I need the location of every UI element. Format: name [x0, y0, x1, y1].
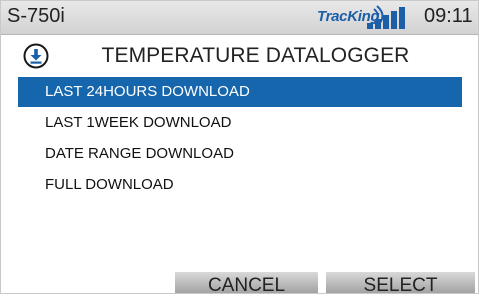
menu-item-last-1week-download[interactable]: LAST 1WEEK DOWNLOAD [18, 108, 462, 138]
status-bar: S-750i TracKing 09:11 [1, 1, 478, 35]
download-menu: LAST 24HOURS DOWNLOAD LAST 1WEEK DOWNLOA… [18, 77, 462, 201]
signal-strength-icon [367, 7, 405, 29]
clock: 09:11 [424, 5, 473, 27]
menu-item-last-24hours-download[interactable]: LAST 24HOURS DOWNLOAD [18, 77, 462, 107]
page-title: TEMPERATURE DATALOGGER [101, 44, 410, 67]
device-model: S-750i [7, 5, 65, 27]
menu-item-date-range-download[interactable]: DATE RANGE DOWNLOAD [18, 139, 462, 169]
menu-item-full-download[interactable]: FULL DOWNLOAD [18, 170, 462, 200]
device-screen: S-750i TracKing 09:11 TEMPERATURE DATALO… [0, 0, 479, 294]
cancel-button[interactable]: CANCEL [175, 272, 318, 293]
select-button[interactable]: SELECT [326, 272, 475, 293]
